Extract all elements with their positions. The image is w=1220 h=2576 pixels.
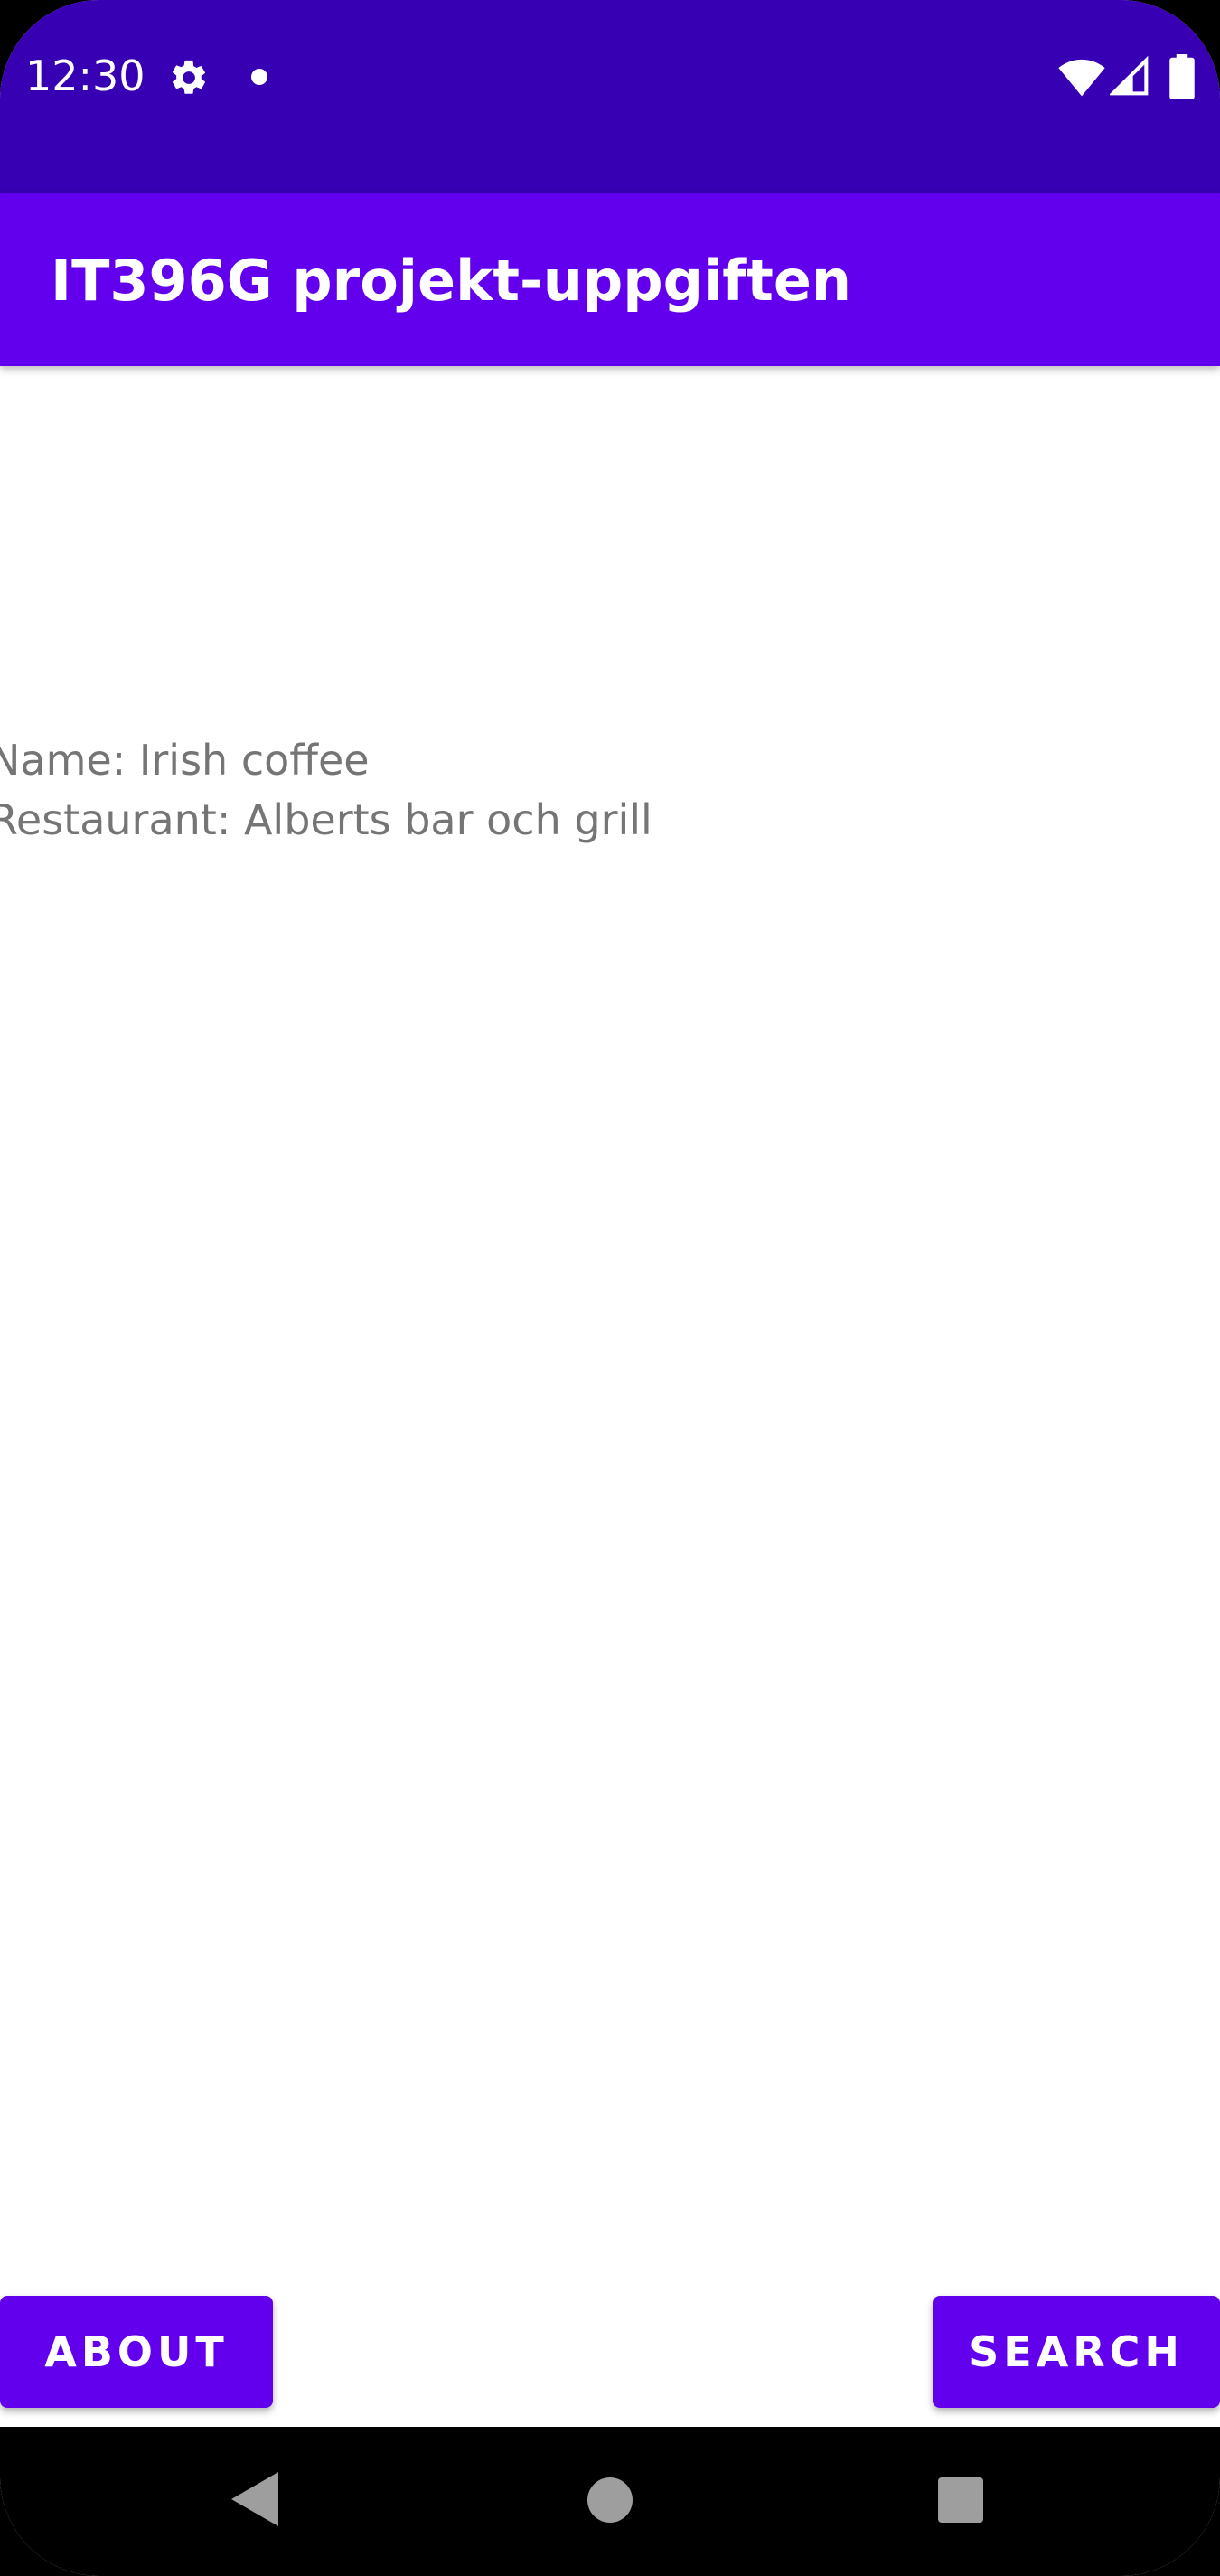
back-icon[interactable] (231, 2472, 278, 2526)
app-title: IT396G projekt-uppgiften (51, 248, 852, 314)
app-bar: IT396G projekt-uppgiften (0, 193, 1220, 366)
navigation-bar (0, 2427, 1220, 2576)
home-icon[interactable] (587, 2477, 633, 2523)
wifi-icon (1058, 59, 1105, 97)
battery-icon (1169, 54, 1195, 99)
status-bar: 12:30 (0, 0, 1220, 193)
status-time: 12:30 (25, 52, 145, 100)
restaurant-text: Restaurant: Alberts bar och grill (0, 795, 652, 844)
drink-name-text: Name: Irish coffee (0, 736, 370, 785)
about-button[interactable]: ABOUT (0, 2296, 273, 2408)
phone-screen: 12:30 IT396G projekt-uppgiften Name: Iri… (0, 0, 1220, 2576)
search-button[interactable]: SEARCH (933, 2296, 1220, 2408)
notification-dot-icon (251, 69, 267, 85)
result-details: Name: Irish coffee Restaurant: Alberts b… (0, 730, 652, 850)
signal-icon (1110, 56, 1149, 96)
recents-icon[interactable] (938, 2477, 983, 2523)
gear-icon (172, 60, 205, 94)
